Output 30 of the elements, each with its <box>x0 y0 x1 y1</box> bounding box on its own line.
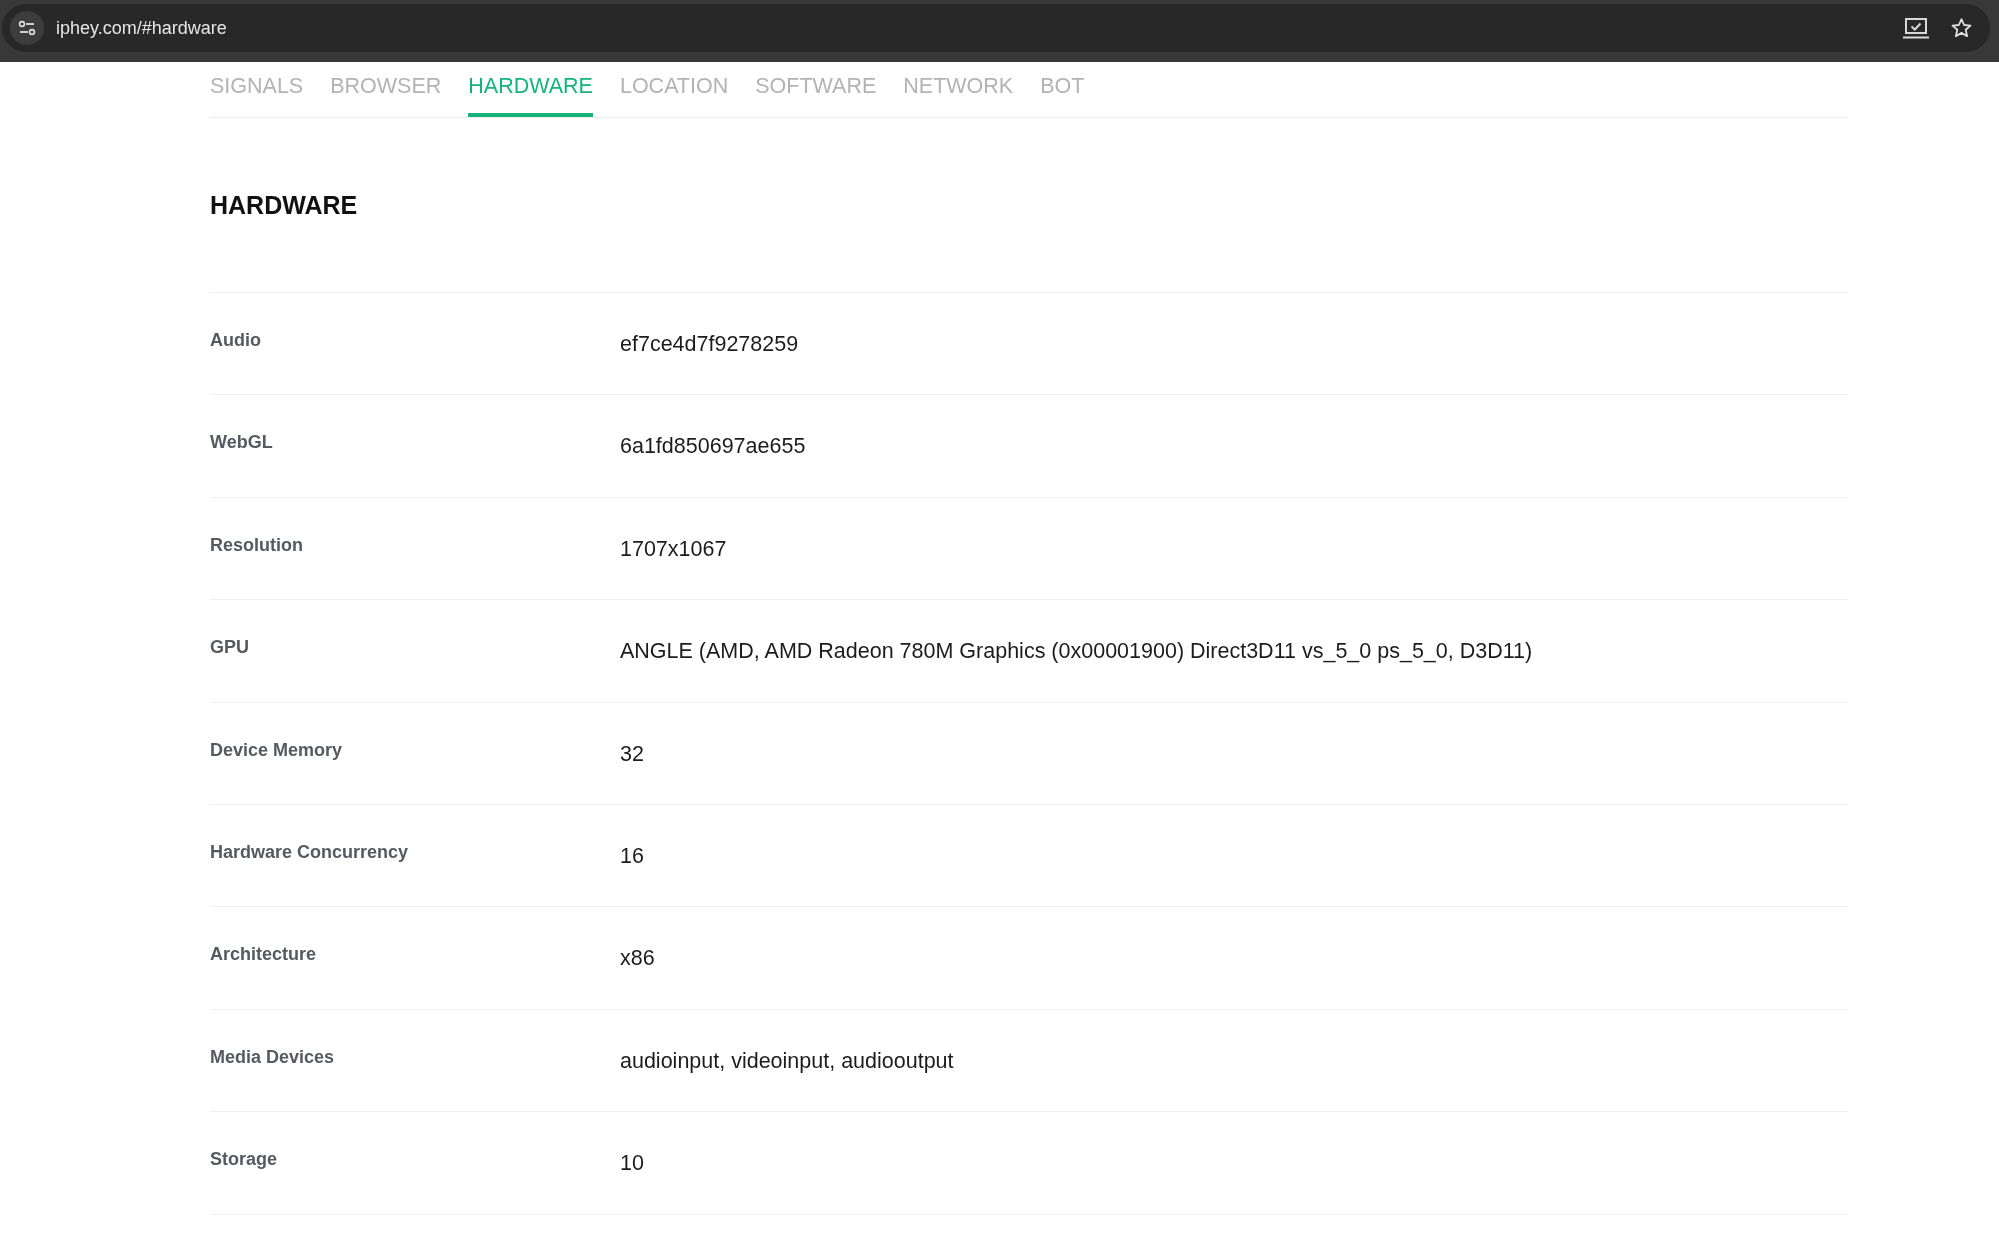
nav-tab[interactable]: NETWORK <box>903 62 1014 117</box>
property-value: x86 <box>620 945 655 972</box>
laptop-check-icon[interactable] <box>1903 17 1929 39</box>
nav-tab[interactable]: HARDWARE <box>468 62 593 117</box>
property-label: Audio <box>210 329 261 351</box>
nav-tab[interactable]: SIGNALS <box>210 62 304 117</box>
property-value: 32 <box>620 740 644 767</box>
star-icon[interactable] <box>1951 18 1972 38</box>
property-label: Architecture <box>210 943 317 966</box>
property-value: 10 <box>620 1150 644 1177</box>
section-title: HARDWARE <box>210 190 358 220</box>
property-value: ef7ce4d7f9278259 <box>620 331 799 357</box>
tune-icon[interactable] <box>10 11 44 45</box>
url-field[interactable]: iphey.com/#hardware <box>56 16 227 40</box>
property-label: GPU <box>210 636 249 659</box>
property-label: Media Devices <box>210 1045 335 1068</box>
property-value: 16 <box>620 842 644 869</box>
property-label: Device Memory <box>210 738 343 761</box>
property-label: Storage <box>210 1148 278 1171</box>
nav-tab[interactable]: LOCATION <box>619 62 729 117</box>
property-value: 6a1fd850697ae655 <box>620 433 806 460</box>
nav-tab[interactable]: BOT <box>1040 62 1085 117</box>
property-label: Resolution <box>210 533 303 556</box>
property-value: 1707x1067 <box>620 535 727 562</box>
nav-tab[interactable]: SOFTWARE <box>755 62 877 117</box>
property-label: WebGL <box>210 431 273 454</box>
property-label: Hardware Concurrency <box>210 840 409 863</box>
property-value: audioinput, videoinput, audiooutput <box>620 1047 954 1074</box>
nav-tab[interactable]: BROWSER <box>330 62 442 117</box>
property-value: ANGLE (AMD, AMD Radeon 780M Graphics (0x00001900) Direct3D11 vs_5_0 ps_5_0, D3D11) <box>620 638 1533 665</box>
